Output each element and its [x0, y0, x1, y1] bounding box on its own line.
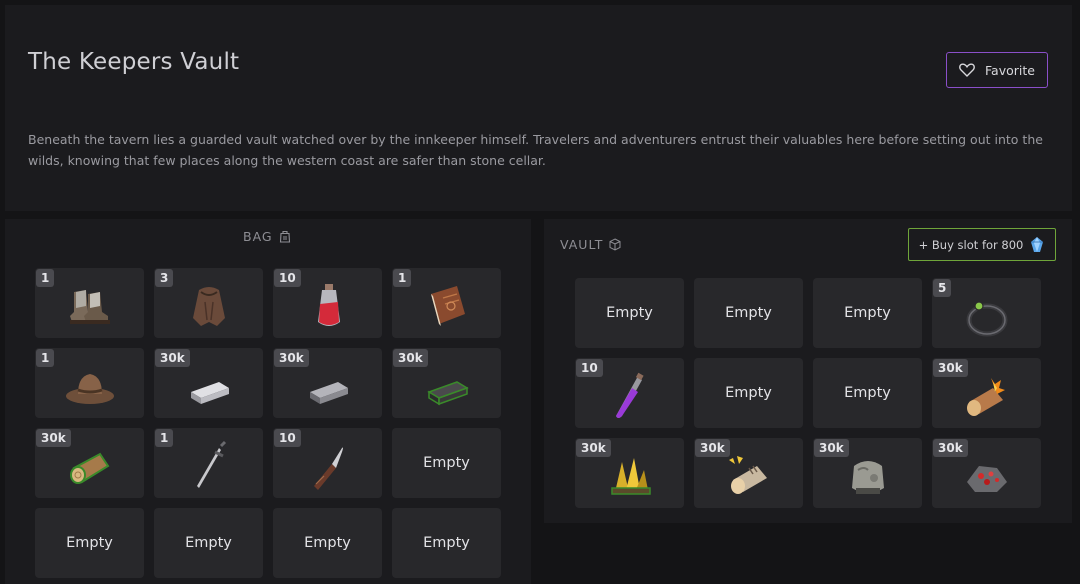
item-count-badge: 30k	[933, 439, 968, 457]
empty-slot-label: Empty	[844, 305, 891, 321]
bag-slot[interactable]: 30k	[273, 348, 382, 418]
item-count-badge: 30k	[393, 349, 428, 367]
empty-slot-label: Empty	[423, 455, 470, 471]
item-count-badge: 1	[36, 349, 55, 367]
sword-icon	[196, 440, 226, 488]
item-count-badge: 10	[274, 429, 301, 447]
vault-slot[interactable]: Empty	[694, 358, 803, 428]
vault-slot[interactable]: 30k	[575, 438, 684, 508]
knife-icon	[313, 447, 343, 490]
item-count-badge: 30k	[814, 439, 849, 457]
vault-title-label: VAULT	[560, 237, 604, 252]
vault-panel: VAULT + Buy slot for 800 Empty Empty Empty…	[544, 219, 1072, 523]
red-potion-icon	[317, 284, 340, 326]
item-count-badge: 1	[36, 269, 55, 287]
vault-slot[interactable]: 30k	[694, 438, 803, 508]
bag-title-label: BAG	[243, 229, 273, 244]
vault-slot[interactable]: 10	[575, 358, 684, 428]
empty-slot-label: Empty	[66, 535, 113, 551]
item-count-badge: 30k	[155, 349, 190, 367]
bag-panel: BAG 1 3 10 1 1 30k 30k 30k 30k 1 10 Empty Empty Empty…	[5, 219, 531, 584]
vault-slot[interactable]: Empty	[575, 278, 684, 348]
hat-icon	[65, 374, 114, 404]
item-count-badge: 30k	[36, 429, 71, 447]
vault-header: The Keepers Vault Favorite Beneath the t…	[5, 5, 1072, 211]
vault-title: VAULT	[560, 237, 621, 252]
vault-slot[interactable]: 5	[932, 278, 1041, 348]
vault-slot[interactable]: Empty	[813, 278, 922, 348]
vault-slot[interactable]: Empty	[694, 278, 803, 348]
item-count-badge: 1	[393, 269, 412, 287]
bag-slot[interactable]: 1	[392, 268, 501, 338]
item-count-badge: 10	[274, 269, 301, 287]
bag-slot[interactable]: 1	[154, 428, 263, 498]
bag-slot[interactable]: 10	[273, 428, 382, 498]
vault-slot[interactable]: 30k	[932, 358, 1041, 428]
vault-slot[interactable]: 30k	[813, 438, 922, 508]
purple-vial-icon	[615, 372, 644, 418]
item-count-badge: 3	[155, 269, 174, 287]
bag-title: BAG	[243, 229, 291, 244]
favorite-label: Favorite	[985, 62, 1035, 78]
bag-slot[interactable]: 1	[35, 348, 144, 418]
bag-slot[interactable]: Empty	[392, 508, 501, 578]
item-count-badge: 30k	[576, 439, 611, 457]
empty-slot-label: Empty	[423, 535, 470, 551]
bag-slot[interactable]: 30k	[392, 348, 501, 418]
empty-slot-label: Empty	[185, 535, 232, 551]
cloak-icon	[192, 287, 225, 326]
bag-slot[interactable]: 30k	[35, 428, 144, 498]
bag-slot[interactable]: 10	[273, 268, 382, 338]
bag-slot[interactable]: 1	[35, 268, 144, 338]
cube-icon	[609, 238, 621, 251]
bag-icon	[279, 230, 290, 243]
page-title: The Keepers Vault	[28, 49, 240, 75]
bag-slot[interactable]: Empty	[392, 428, 501, 498]
favorite-button[interactable]: Favorite	[946, 52, 1048, 88]
vault-slot[interactable]: 30k	[932, 438, 1041, 508]
bag-slot[interactable]: 30k	[154, 348, 263, 418]
buy-slot-label: + Buy slot for 800	[918, 237, 1024, 252]
vault-slot[interactable]: Empty	[813, 358, 922, 428]
heart-icon	[959, 63, 975, 77]
empty-slot-label: Empty	[606, 305, 653, 321]
gem-icon	[1031, 236, 1044, 252]
vault-description: Beneath the tavern lies a guarded vault …	[28, 132, 1043, 168]
item-count-badge: 10	[576, 359, 603, 377]
buy-slot-button[interactable]: + Buy slot for 800	[908, 228, 1056, 261]
bag-slot[interactable]: Empty	[273, 508, 382, 578]
item-count-badge: 30k	[274, 349, 309, 367]
bag-slot[interactable]: Empty	[154, 508, 263, 578]
book-icon	[430, 286, 465, 326]
empty-slot-label: Empty	[725, 305, 772, 321]
item-count-badge: 1	[155, 429, 174, 447]
empty-slot-label: Empty	[844, 385, 891, 401]
item-count-badge: 30k	[695, 439, 730, 457]
empty-slot-label: Empty	[725, 385, 772, 401]
ring-icon	[966, 301, 1007, 337]
empty-slot-label: Empty	[304, 535, 351, 551]
bag-slot[interactable]: Empty	[35, 508, 144, 578]
item-count-badge: 5	[933, 279, 952, 297]
bag-slot[interactable]: 3	[154, 268, 263, 338]
item-count-badge: 30k	[933, 359, 968, 377]
boots-icon	[69, 290, 110, 324]
